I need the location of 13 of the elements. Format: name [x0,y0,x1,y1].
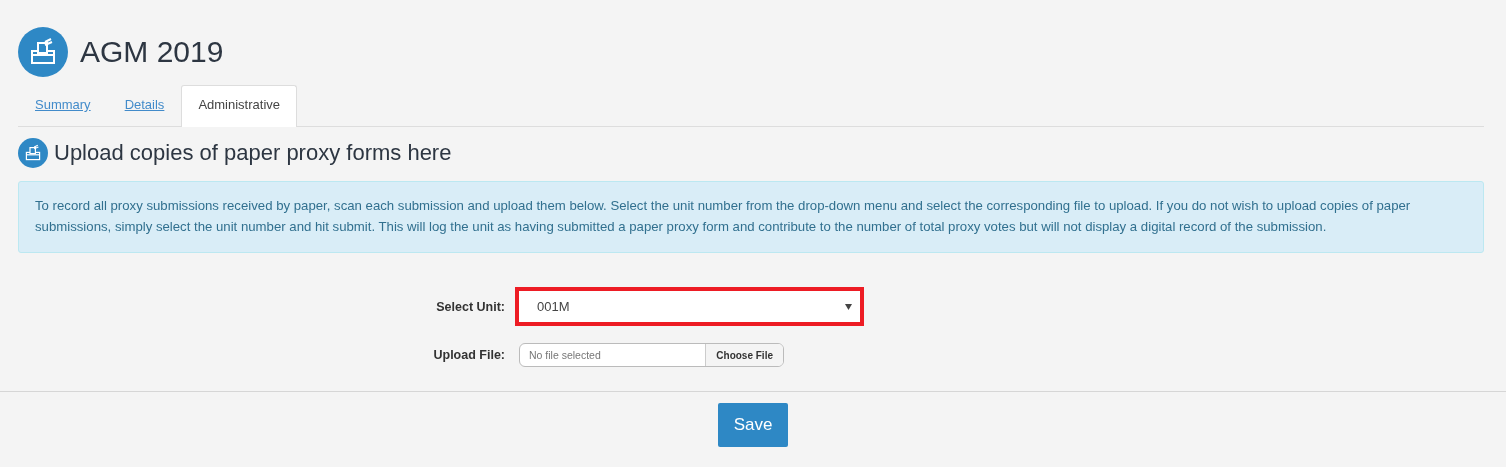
file-input[interactable]: No file selected Choose File [519,343,784,367]
save-button[interactable]: Save [718,403,788,447]
ballot-box-icon [18,138,48,168]
ballot-box-icon [18,27,68,77]
section-heading: Upload copies of paper proxy forms here [54,140,452,166]
field-label: Select Unit: [436,299,505,314]
unit-select[interactable]: 001M [515,287,864,326]
tab[interactable]: Administrative [181,85,297,127]
choose-file-button[interactable]: Choose File [705,344,783,366]
field-label: Upload File: [433,348,505,362]
info-message: To record all proxy submissions received by paper, scan each submission and upload them below. Select the unit number from the drop-down menu and select the corresponding file to upload. If you do not wish to upload copies of paper submissions, simply select the unit number and hit submit. This will log the unit as having submitted a paper proxy form and contribute to the number of total proxy votes but will not display a digital record of the submission. [18,181,1484,253]
caret-icon [845,303,852,310]
page-title: AGM 2019 [80,35,224,69]
